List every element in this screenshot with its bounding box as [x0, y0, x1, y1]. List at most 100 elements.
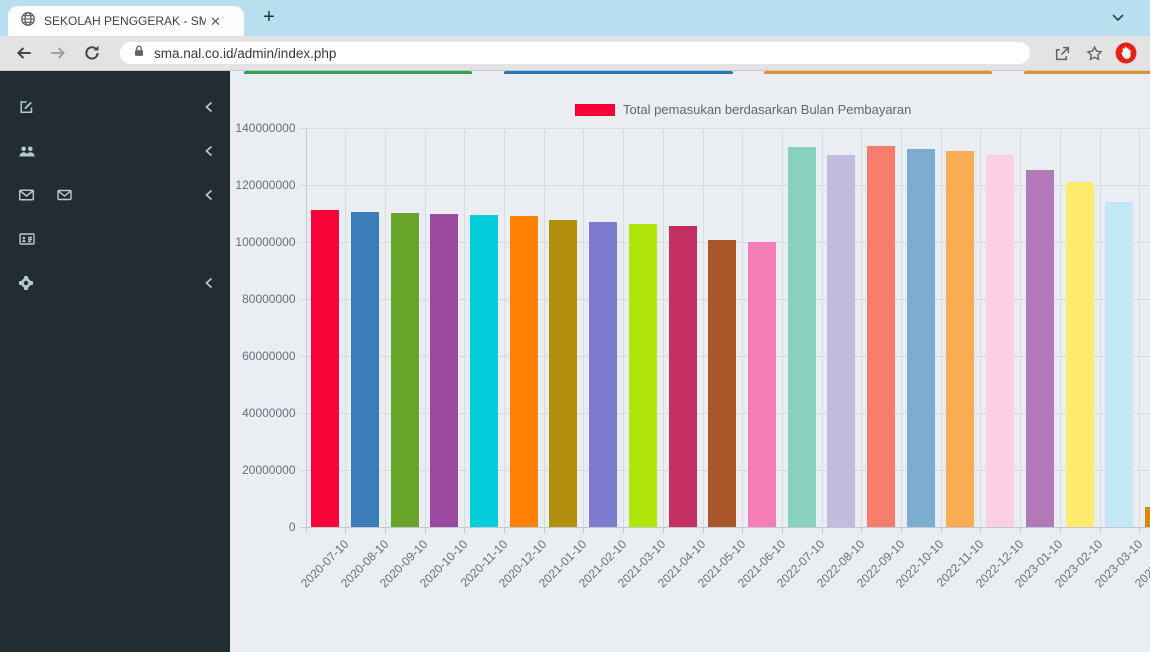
envelope-icon — [18, 187, 38, 203]
x-gridline — [703, 128, 704, 527]
x-axis-tick — [583, 527, 584, 533]
stat-box-top-border — [1024, 71, 1150, 74]
y-axis-tick-label: 140000000 — [230, 121, 296, 135]
back-button[interactable] — [12, 41, 36, 65]
x-gridline — [583, 128, 584, 527]
x-gridline — [1100, 128, 1101, 527]
x-axis-tick — [345, 527, 346, 533]
tab-title: SEKOLAH PENGGERAK - SMA TE — [44, 14, 206, 28]
chart-legend[interactable]: Total pemasukan berdasarkan Bulan Pembay… — [575, 102, 911, 117]
x-axis-tick — [544, 527, 545, 533]
x-axis-tick — [1139, 527, 1140, 533]
x-gridline — [504, 128, 505, 527]
bar-2020-08-10 — [351, 212, 379, 527]
stat-box-top-border — [504, 71, 733, 74]
sidebar-item-surat[interactable] — [0, 173, 230, 217]
y-axis-tick-label: 120000000 — [230, 178, 296, 192]
gear-icon — [18, 275, 38, 291]
bar-2021-02-10 — [589, 222, 617, 527]
y-axis-tick-label: 0 — [230, 520, 296, 534]
x-axis-tick — [1060, 527, 1061, 533]
stat-box-top-border — [764, 71, 992, 74]
id-card-icon — [18, 231, 38, 247]
x-gridline — [980, 128, 981, 527]
lock-icon — [132, 44, 146, 63]
reload-button[interactable] — [80, 41, 104, 65]
x-gridline — [544, 128, 545, 527]
envelope-open-icon — [56, 187, 73, 203]
x-axis-tick — [703, 527, 704, 533]
bar-2021-03-10 — [629, 224, 657, 527]
y-axis-tick-label: 100000000 — [230, 235, 296, 249]
chevron-left-icon — [204, 100, 214, 114]
x-axis-tick — [623, 527, 624, 533]
x-gridline — [901, 128, 902, 527]
bar-2020-09-10 — [391, 213, 419, 527]
sidebar-item-sma-terbaik-medan[interactable] — [0, 217, 230, 261]
main-area: Total pemasukan berdasarkan Bulan Pembay… — [230, 71, 1150, 652]
chevron-down-icon[interactable] — [1110, 10, 1126, 31]
x-gridline — [345, 128, 346, 527]
y-axis-tick-label: 60000000 — [230, 349, 296, 363]
x-axis-tick — [464, 527, 465, 533]
adblock-extension-icon[interactable] — [1114, 41, 1138, 65]
bar-2021-01-10 — [549, 220, 577, 527]
chevron-left-icon — [204, 276, 214, 290]
x-gridline — [623, 128, 624, 527]
x-axis-tick — [306, 527, 307, 533]
bar-2021-06-10 — [748, 242, 776, 527]
new-tab-button[interactable]: + — [256, 4, 282, 30]
forward-button[interactable] — [46, 41, 70, 65]
x-gridline — [385, 128, 386, 527]
bar-2020-07-10 — [311, 210, 339, 527]
sidebar — [0, 71, 230, 652]
bar-2020-12-10 — [510, 216, 538, 527]
y-axis-tick-label: 40000000 — [230, 406, 296, 420]
x-axis-tick — [782, 527, 783, 533]
bar-2023-02-10 — [1066, 182, 1094, 527]
x-gridline — [425, 128, 426, 527]
browser-tab[interactable]: SEKOLAH PENGGERAK - SMA TE ✕ — [8, 6, 244, 36]
address-bar[interactable]: sma.nal.co.id/admin/index.php — [120, 42, 1030, 64]
x-gridline — [1139, 128, 1140, 527]
x-axis-tick — [742, 527, 743, 533]
page-content: Total pemasukan berdasarkan Bulan Pembay… — [0, 71, 1150, 652]
x-gridline — [663, 128, 664, 527]
chevron-left-icon — [204, 188, 214, 202]
x-gridline — [1060, 128, 1061, 527]
x-axis-tick — [385, 527, 386, 533]
bar-2020-11-10 — [470, 215, 498, 527]
x-axis-tick — [941, 527, 942, 533]
x-gridline — [782, 128, 783, 527]
sidebar-item-bk[interactable] — [0, 85, 230, 129]
sidebar-item-data-spp[interactable] — [0, 129, 230, 173]
tab-close-icon[interactable]: ✕ — [210, 15, 221, 28]
y-axis-tick-label: 20000000 — [230, 463, 296, 477]
bar-2022-08-10 — [827, 155, 855, 527]
x-gridline — [941, 128, 942, 527]
y-gridline — [300, 185, 1150, 186]
bar-2022-12-10 — [986, 155, 1014, 527]
bar-2023-04-10 — [1145, 507, 1150, 527]
bar-2022-11-10 — [946, 151, 974, 527]
y-axis-tick-label: 80000000 — [230, 292, 296, 306]
browser-tab-strip: SEKOLAH PENGGERAK - SMA TE ✕ + — [0, 0, 1150, 36]
stat-box-top-border — [244, 71, 472, 74]
x-axis-tick — [901, 527, 902, 533]
bar-2022-10-10 — [907, 149, 935, 527]
y-gridline — [300, 527, 1150, 528]
share-icon[interactable] — [1050, 41, 1074, 65]
bookmark-star-icon[interactable] — [1082, 41, 1106, 65]
legend-label: Total pemasukan berdasarkan Bulan Pembay… — [623, 102, 911, 117]
users-icon — [18, 143, 38, 159]
x-axis-tick — [663, 527, 664, 533]
chevron-left-icon — [204, 144, 214, 158]
x-axis-tick — [861, 527, 862, 533]
bar-2021-04-10 — [669, 226, 697, 527]
x-gridline — [464, 128, 465, 527]
x-axis-tick — [504, 527, 505, 533]
bar-2021-05-10 — [708, 240, 736, 527]
sidebar-item-setting[interactable] — [0, 261, 230, 305]
x-gridline — [306, 128, 307, 527]
bar-2022-07-10 — [788, 147, 816, 527]
